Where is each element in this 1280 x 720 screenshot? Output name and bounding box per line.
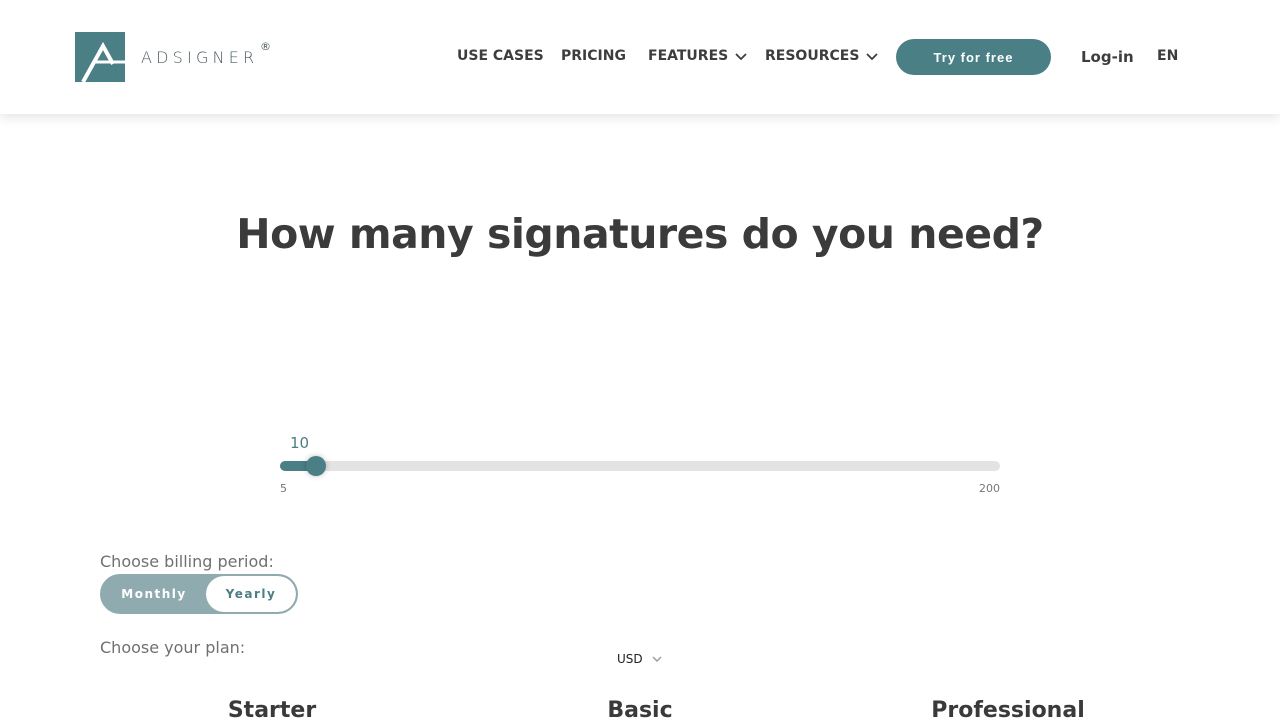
nav-resources[interactable]: RESOURCES xyxy=(765,48,879,64)
slider-value: 10 xyxy=(290,434,310,452)
logo-mark-icon xyxy=(75,32,125,82)
logo[interactable]: ADSIGNER ® xyxy=(75,32,271,82)
nav-resources-label: RESOURCES xyxy=(765,48,860,64)
billing-period-toggle[interactable]: Monthly Yearly xyxy=(100,574,298,614)
currency-value: USD xyxy=(617,652,643,666)
slider-max-label: 200 xyxy=(979,482,1000,495)
billing-monthly-option[interactable]: Monthly xyxy=(102,576,206,612)
plan-basic-title: Basic xyxy=(607,698,673,720)
nav-features[interactable]: FEATURES xyxy=(648,48,748,64)
billing-period-label: Choose billing period: xyxy=(100,552,274,571)
chevron-down-icon xyxy=(866,53,879,61)
nav-features-label: FEATURES xyxy=(648,48,729,64)
nav-pricing[interactable]: PRICING xyxy=(561,48,626,64)
signature-count-slider[interactable]: 10 5 200 xyxy=(280,430,1000,500)
plan-starter-title: Starter xyxy=(227,698,317,720)
nav-use-cases[interactable]: USE CASES xyxy=(457,48,544,64)
slider-handle[interactable] xyxy=(306,456,327,476)
plan-label: Choose your plan: xyxy=(100,638,246,657)
site-header: ADSIGNER ® USE CASES PRICING FEATURES RE… xyxy=(0,0,1280,114)
page-title: How many signatures do you need? xyxy=(236,210,1044,258)
billing-yearly-option[interactable]: Yearly xyxy=(206,576,296,612)
currency-select[interactable]: USD xyxy=(617,652,663,666)
plan-professional-title: Professional xyxy=(931,698,1085,720)
slider-track[interactable] xyxy=(280,461,1000,471)
language-selector[interactable]: EN xyxy=(1157,48,1178,64)
slider-min-label: 5 xyxy=(280,482,287,495)
chevron-down-icon xyxy=(652,656,662,662)
chevron-down-icon xyxy=(735,53,747,61)
logo-wordmark: ADSIGNER xyxy=(141,47,259,67)
login-link[interactable]: Log-in xyxy=(1081,48,1134,66)
registered-mark: ® xyxy=(260,40,271,53)
try-for-free-button[interactable]: Try for free xyxy=(896,39,1051,75)
